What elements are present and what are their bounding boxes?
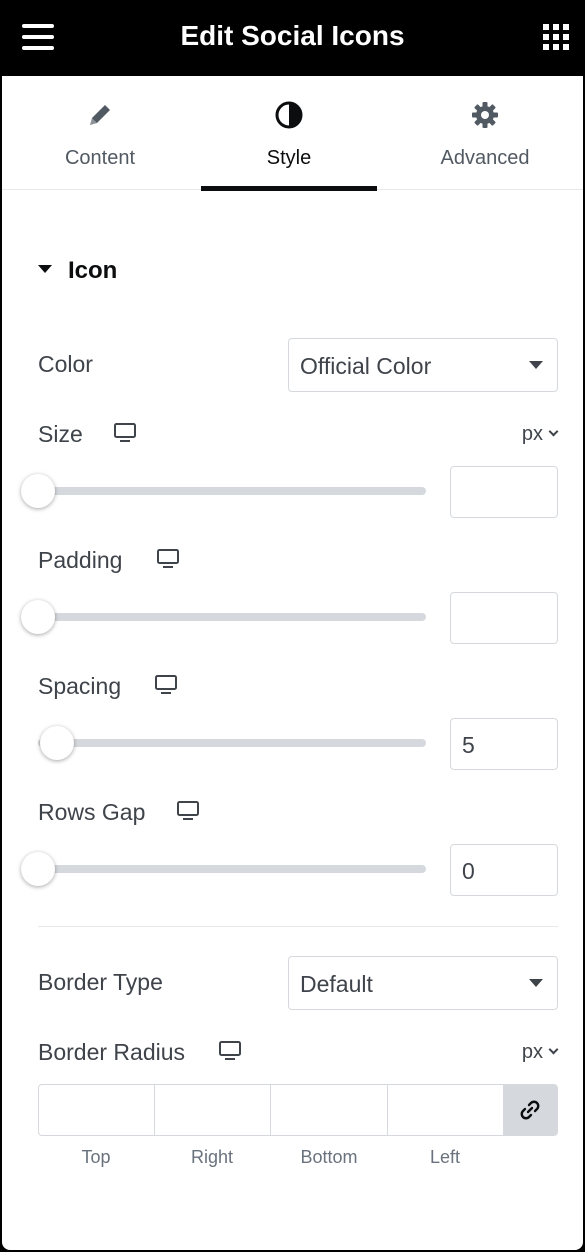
desktop-monitor-icon[interactable] xyxy=(157,549,179,569)
spacing-slider-track[interactable] xyxy=(38,726,426,760)
desktop-monitor-icon[interactable] xyxy=(177,801,199,821)
section-toggle-icon[interactable]: Icon xyxy=(38,256,117,286)
border-radius-right-input[interactable] xyxy=(155,1085,271,1135)
tab-content[interactable]: Content xyxy=(2,76,198,190)
border-radius-top-label: Top xyxy=(81,1147,111,1167)
size-slider-handle[interactable] xyxy=(21,474,55,508)
border-radius-bottom-label: Bottom xyxy=(300,1147,358,1167)
dropdown-arrow-icon xyxy=(529,361,543,369)
desktop-monitor-icon[interactable] xyxy=(114,423,136,443)
chevron-down-icon xyxy=(548,1044,559,1055)
tab-style[interactable]: Style xyxy=(201,76,377,191)
spacing-input[interactable]: 5 xyxy=(450,718,558,770)
desktop-monitor-icon[interactable] xyxy=(219,1041,241,1061)
size-unit-label: px xyxy=(521,423,543,445)
padding-input[interactable] xyxy=(450,592,558,644)
color-select-value: Official Color xyxy=(300,353,432,379)
dropdown-arrow-icon xyxy=(529,979,543,987)
chevron-down-icon xyxy=(548,426,559,437)
spacing-slider-handle[interactable] xyxy=(40,726,74,760)
desktop-monitor-icon[interactable] xyxy=(155,675,177,695)
padding-label: Padding xyxy=(38,547,123,573)
rows-gap-input-value: 0 xyxy=(462,858,475,884)
size-input[interactable] xyxy=(450,466,558,518)
section-title: Icon xyxy=(68,257,118,284)
tab-content-label: Content xyxy=(64,147,136,169)
border-radius-left-label: Left xyxy=(429,1147,461,1167)
pencil-icon xyxy=(90,105,110,125)
border-radius-left-input[interactable] xyxy=(388,1085,504,1135)
spacing-label: Spacing xyxy=(38,673,122,699)
size-unit-selector[interactable]: px xyxy=(521,422,559,446)
tab-advanced-label: Advanced xyxy=(440,147,530,169)
border-radius-label: Border Radius xyxy=(38,1039,186,1065)
border-radius-right-label: Right xyxy=(190,1147,234,1167)
padding-slider-handle[interactable] xyxy=(21,600,55,634)
border-type-select-value: Default xyxy=(300,971,373,997)
editor-panel-frame: Edit Social Icons Content Style Advanced… xyxy=(0,0,585,1252)
border-type-select[interactable]: Default xyxy=(288,956,558,1010)
border-radius-unit-label: px xyxy=(521,1041,543,1063)
caret-down-icon xyxy=(38,264,52,273)
rows-gap-label: Rows Gap xyxy=(38,799,146,825)
section-divider xyxy=(38,926,558,927)
contrast-icon xyxy=(275,101,303,129)
panel-title: Edit Social Icons xyxy=(180,20,405,51)
panel-header: Edit Social Icons xyxy=(0,0,585,76)
rows-gap-input[interactable]: 0 xyxy=(450,844,558,896)
tab-bar: Content Style Advanced xyxy=(2,76,583,191)
border-radius-bottom-input[interactable] xyxy=(271,1085,388,1135)
panel-body: Content Style Advanced Icon Color Offici… xyxy=(2,76,583,1250)
link-icon xyxy=(520,1100,540,1120)
tab-advanced[interactable]: Advanced xyxy=(387,76,583,190)
border-radius-top-input[interactable] xyxy=(39,1085,155,1135)
widgets-grid-icon[interactable] xyxy=(543,24,571,50)
size-slider-track[interactable] xyxy=(21,474,426,508)
gear-icon xyxy=(472,102,498,128)
color-label: Color xyxy=(38,351,93,377)
link-values-button[interactable] xyxy=(503,1085,557,1135)
color-select[interactable]: Official Color xyxy=(288,338,558,392)
tab-style-label: Style xyxy=(266,147,312,169)
border-radius-unit-selector[interactable]: px xyxy=(521,1040,559,1064)
rows-gap-slider-handle[interactable] xyxy=(21,852,55,886)
rows-gap-slider-track[interactable] xyxy=(21,852,426,886)
border-type-label: Border Type xyxy=(38,969,163,995)
spacing-input-value: 5 xyxy=(462,732,475,758)
size-label: Size xyxy=(38,421,83,447)
border-radius-dimensions xyxy=(38,1084,558,1136)
padding-slider-track[interactable] xyxy=(21,600,426,634)
